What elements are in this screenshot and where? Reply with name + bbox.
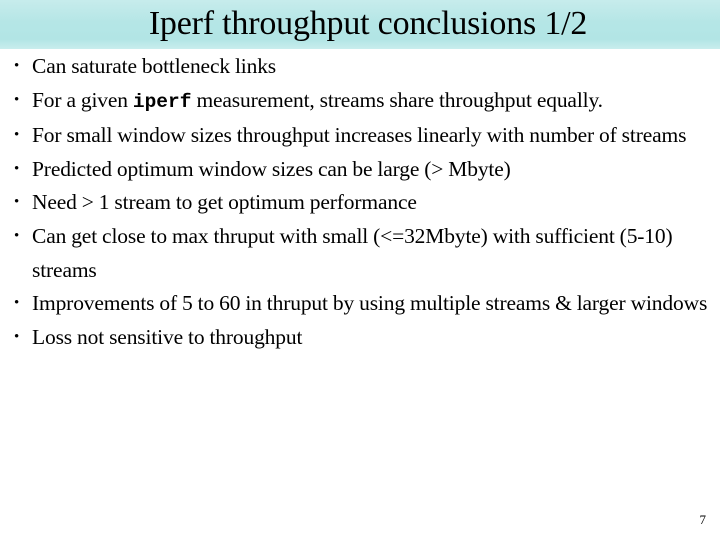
list-item: • For a given iperf measurement, streams… [0,84,720,120]
bullet-point-icon: • [14,328,20,345]
title-band: Iperf throughput conclusions 1/2 [0,0,720,49]
bullet-point-icon: • [14,160,20,177]
list-item-text: Need > 1 stream to get optimum performan… [32,190,417,215]
list-item: • Need > 1 stream to get optimum perform… [0,186,720,220]
list-item-code-iperf: iperf [132,90,192,113]
bullet-point-icon: • [14,127,20,144]
list-item-text: Predicted optimum window sizes can be la… [32,156,511,181]
list-item-text: For small window sizes throughput increa… [32,123,687,148]
list-item-text: Can get close to max thruput with small … [32,223,673,282]
list-item-text: Improvements of 5 to 60 in thruput by us… [32,291,708,316]
slide-canvas: Iperf throughput conclusions 1/2 • Can s… [0,0,720,540]
page-title: Iperf throughput conclusions 1/2 [148,5,588,42]
bullet-point-icon: • [14,91,20,108]
list-item: • Can saturate bottleneck links [0,50,720,84]
list-item: • Improvements of 5 to 60 in thruput by … [0,287,720,321]
list-item-text: Loss not sensitive to throughput [32,324,303,349]
list-item-text-prefix: For a given [32,87,133,112]
list-item: • Loss not sensitive to throughput [0,321,720,355]
list-item: • Predicted optimum window sizes can be … [0,153,720,187]
bullet-point-icon: • [14,194,20,211]
list-item-text-suffix: measurement, streams share throughput eq… [191,87,603,112]
bullet-list: • Can saturate bottleneck links • For a … [0,50,720,354]
page-number: 7 [699,512,707,527]
bullet-point-icon: • [14,227,20,244]
list-item-text: For a given iperf measurement, streams s… [32,84,712,120]
list-item: • For small window sizes throughput incr… [0,119,720,153]
list-item: • Can get close to max thruput with smal… [0,220,720,287]
list-item-text: Can saturate bottleneck links [32,54,277,78]
bullet-point-icon: • [14,58,20,74]
bullet-point-icon: • [14,295,20,312]
